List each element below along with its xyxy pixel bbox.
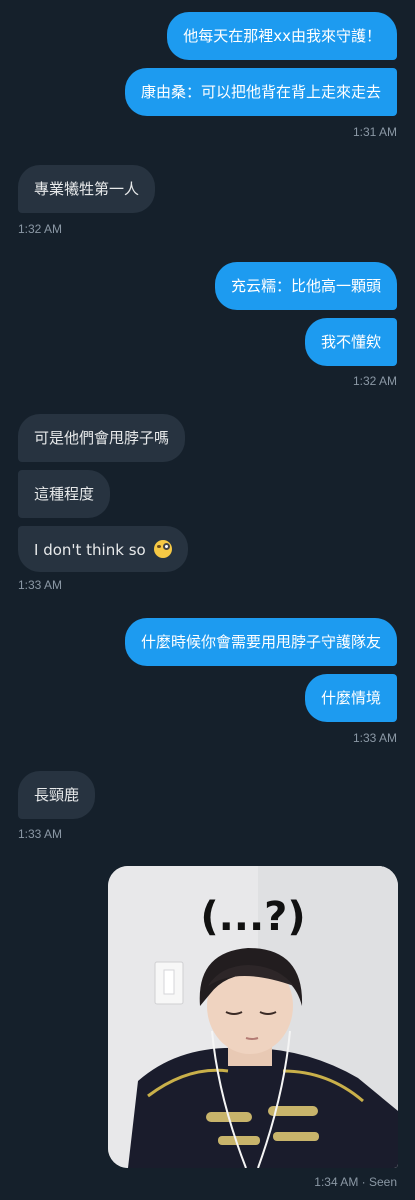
message-bubble-outgoing[interactable]: 康由桑：可以把他背在背上走來走去	[124, 68, 397, 116]
message-text: 可是他們會甩脖子嗎	[34, 429, 170, 447]
photo-caption: (...?)	[200, 894, 305, 940]
bottom-edge	[0, 1190, 415, 1200]
message-bubble-outgoing[interactable]: 什麼情境	[304, 674, 397, 722]
message-text: 專業犧牲第一人	[34, 180, 140, 198]
message-bubble-incoming[interactable]: I don't think so	[18, 526, 189, 572]
message-bubble-incoming[interactable]: 長頸鹿	[18, 771, 96, 819]
reaction-photo: (...?)	[108, 866, 398, 1168]
message-timestamp: 1:32 AM	[352, 374, 397, 388]
message-text: 長頸鹿	[34, 786, 80, 804]
message-timestamp-seen: 1:34 AM · Seen	[314, 1175, 397, 1189]
message-bubble-outgoing[interactable]: 他每天在那裡xx由我來守護！	[167, 12, 397, 60]
message-text: 這種程度	[34, 485, 95, 503]
message-bubble-incoming[interactable]: 可是他們會甩脖子嗎	[18, 414, 186, 462]
message-bubble-outgoing[interactable]: 我不懂欸	[304, 318, 397, 366]
monocle-face-emoji-icon	[154, 540, 173, 558]
message-timestamp: 1:33 AM	[18, 827, 63, 841]
message-text: 他每天在那裡xx由我來守護！	[183, 27, 381, 45]
message-timestamp: 1:31 AM	[352, 125, 397, 139]
message-text: 什麼情境	[320, 689, 381, 707]
image-message[interactable]: (...?)	[108, 866, 398, 1168]
message-bubble-outgoing[interactable]: 什麼時候你會需要用甩脖子守護隊友	[124, 618, 397, 666]
message-bubble-incoming[interactable]: 專業犧牲第一人	[18, 165, 156, 213]
message-text: 什麼時候你會需要用甩脖子守護隊友	[140, 633, 381, 651]
message-text: I don't think so	[34, 541, 146, 559]
message-timestamp: 1:33 AM	[352, 731, 397, 745]
message-bubble-outgoing[interactable]: 充云糯：比他高一顆頭	[214, 262, 397, 310]
message-bubble-incoming[interactable]: 這種程度	[18, 470, 111, 518]
message-timestamp: 1:32 AM	[18, 222, 63, 236]
message-timestamp: 1:33 AM	[18, 578, 63, 592]
message-text: 我不懂欸	[320, 333, 381, 351]
message-text: 充云糯：比他高一顆頭	[230, 277, 381, 295]
message-text: 康由桑：可以把他背在背上走來走去	[140, 83, 381, 101]
